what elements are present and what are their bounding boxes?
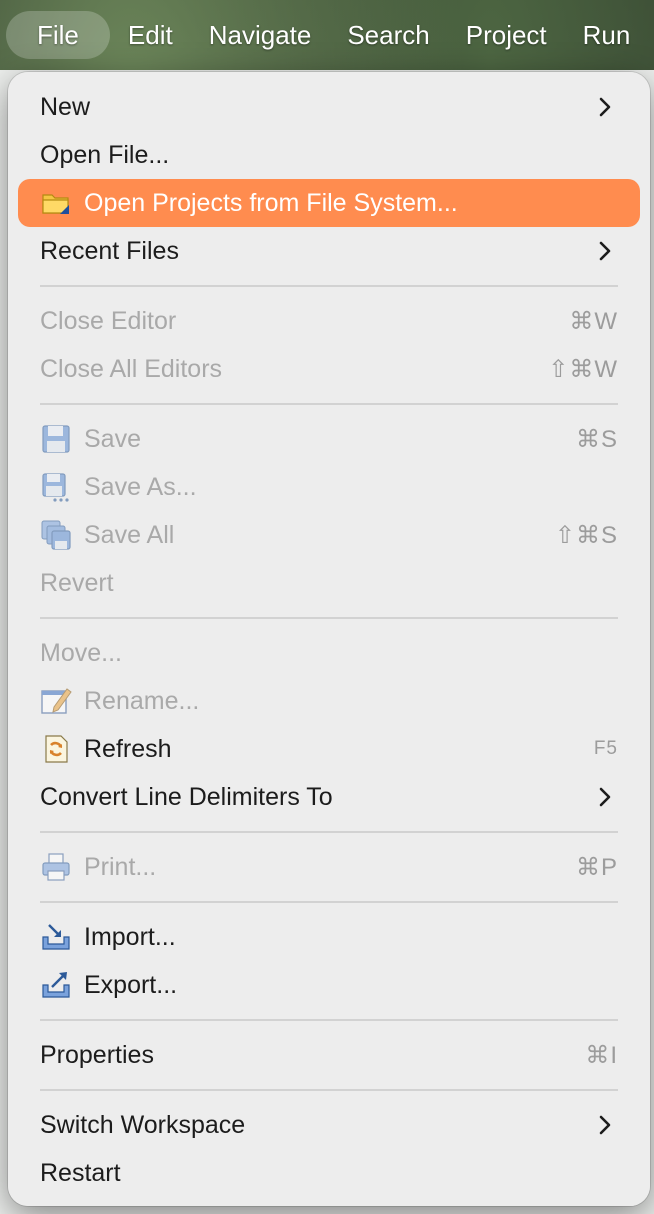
- shortcut-label: ⌘P: [575, 853, 618, 881]
- menu-item-rename[interactable]: Rename...: [18, 677, 640, 725]
- menu-item-label: Print...: [84, 852, 157, 881]
- rename-pencil-icon: [40, 685, 72, 717]
- menu-item-save-all[interactable]: Save All ⇧⌘S: [18, 511, 640, 559]
- menu-item-label: Export...: [84, 970, 178, 999]
- menu-item-label: Convert Line Delimiters To: [40, 782, 333, 811]
- menu-item-label: Restart: [40, 1158, 121, 1187]
- menu-item-label: Save As...: [84, 472, 197, 501]
- menu-item-label: Properties: [40, 1040, 154, 1069]
- menu-item-label: Move...: [40, 638, 122, 667]
- menu-item-refresh[interactable]: Refresh F5: [18, 725, 640, 773]
- menubar-project[interactable]: Project: [448, 11, 565, 59]
- menu-item-save-as[interactable]: Save As...: [18, 463, 640, 511]
- menu-item-properties[interactable]: Properties ⌘I: [18, 1031, 640, 1079]
- shortcut-label: ⌘I: [585, 1041, 618, 1069]
- shortcut-label: F5: [593, 738, 618, 759]
- export-icon: [40, 969, 72, 1001]
- menu-separator: [40, 285, 618, 287]
- menu-item-convert-line-delimiters[interactable]: Convert Line Delimiters To: [18, 773, 640, 821]
- folder-icon: [40, 187, 72, 219]
- menubar-edit[interactable]: Edit: [110, 11, 191, 59]
- menu-item-new[interactable]: New: [18, 83, 640, 131]
- menu-item-label: New: [40, 92, 91, 121]
- menu-separator: [40, 617, 618, 619]
- file-menu: New Open File... Open Projects from File…: [8, 72, 650, 1206]
- shortcut-label: ⇧⌘W: [548, 355, 618, 383]
- menu-item-print[interactable]: Print... ⌘P: [18, 843, 640, 891]
- chevron-right-icon: [599, 1115, 611, 1135]
- menu-item-label: Open File...: [40, 140, 170, 169]
- save-all-icon: [40, 519, 72, 551]
- menu-item-close-all-editors[interactable]: Close All Editors ⇧⌘W: [18, 345, 640, 393]
- menu-item-restart[interactable]: Restart: [18, 1149, 640, 1197]
- menu-item-move[interactable]: Move...: [18, 629, 640, 677]
- menubar-file[interactable]: File: [6, 11, 110, 59]
- menu-separator: [40, 1089, 618, 1091]
- chevron-right-icon: [599, 97, 611, 117]
- save-as-icon: [40, 471, 72, 503]
- menu-bar: File Edit Navigate Search Project Run: [0, 0, 654, 70]
- menu-item-save[interactable]: Save ⌘S: [18, 415, 640, 463]
- menu-item-recent-files[interactable]: Recent Files: [18, 227, 640, 275]
- printer-icon: [40, 851, 72, 883]
- menu-item-revert[interactable]: Revert: [18, 559, 640, 607]
- menu-item-open-projects[interactable]: Open Projects from File System...: [18, 179, 640, 227]
- menu-item-label: Recent Files: [40, 236, 179, 265]
- menu-separator: [40, 1019, 618, 1021]
- chevron-right-icon: [599, 787, 611, 807]
- menu-item-label: Switch Workspace: [40, 1110, 246, 1139]
- shortcut-label: ⌘S: [575, 425, 618, 453]
- menubar-search[interactable]: Search: [329, 11, 447, 59]
- chevron-right-icon: [599, 241, 611, 261]
- refresh-icon: [40, 733, 72, 765]
- import-icon: [40, 921, 72, 953]
- menu-item-label: Revert: [40, 568, 114, 597]
- menu-separator: [40, 901, 618, 903]
- menubar-run[interactable]: Run: [565, 11, 649, 59]
- menu-item-label: Import...: [84, 922, 176, 951]
- shortcut-label: ⌘W: [569, 307, 618, 335]
- menu-item-label: Close Editor: [40, 306, 177, 335]
- menu-item-label: Refresh: [84, 734, 172, 763]
- shortcut-label: ⇧⌘S: [554, 521, 618, 549]
- menu-separator: [40, 403, 618, 405]
- menu-item-export[interactable]: Export...: [18, 961, 640, 1009]
- menu-item-label: Save: [84, 424, 141, 453]
- menu-item-label: Rename...: [84, 686, 200, 715]
- menu-item-open-file[interactable]: Open File...: [18, 131, 640, 179]
- menu-item-switch-workspace[interactable]: Switch Workspace: [18, 1101, 640, 1149]
- menu-item-label: Open Projects from File System...: [84, 188, 458, 217]
- menu-item-close-editor[interactable]: Close Editor ⌘W: [18, 297, 640, 345]
- menu-item-import[interactable]: Import...: [18, 913, 640, 961]
- menu-separator: [40, 831, 618, 833]
- menubar-navigate[interactable]: Navigate: [191, 11, 330, 59]
- floppy-disk-icon: [40, 423, 72, 455]
